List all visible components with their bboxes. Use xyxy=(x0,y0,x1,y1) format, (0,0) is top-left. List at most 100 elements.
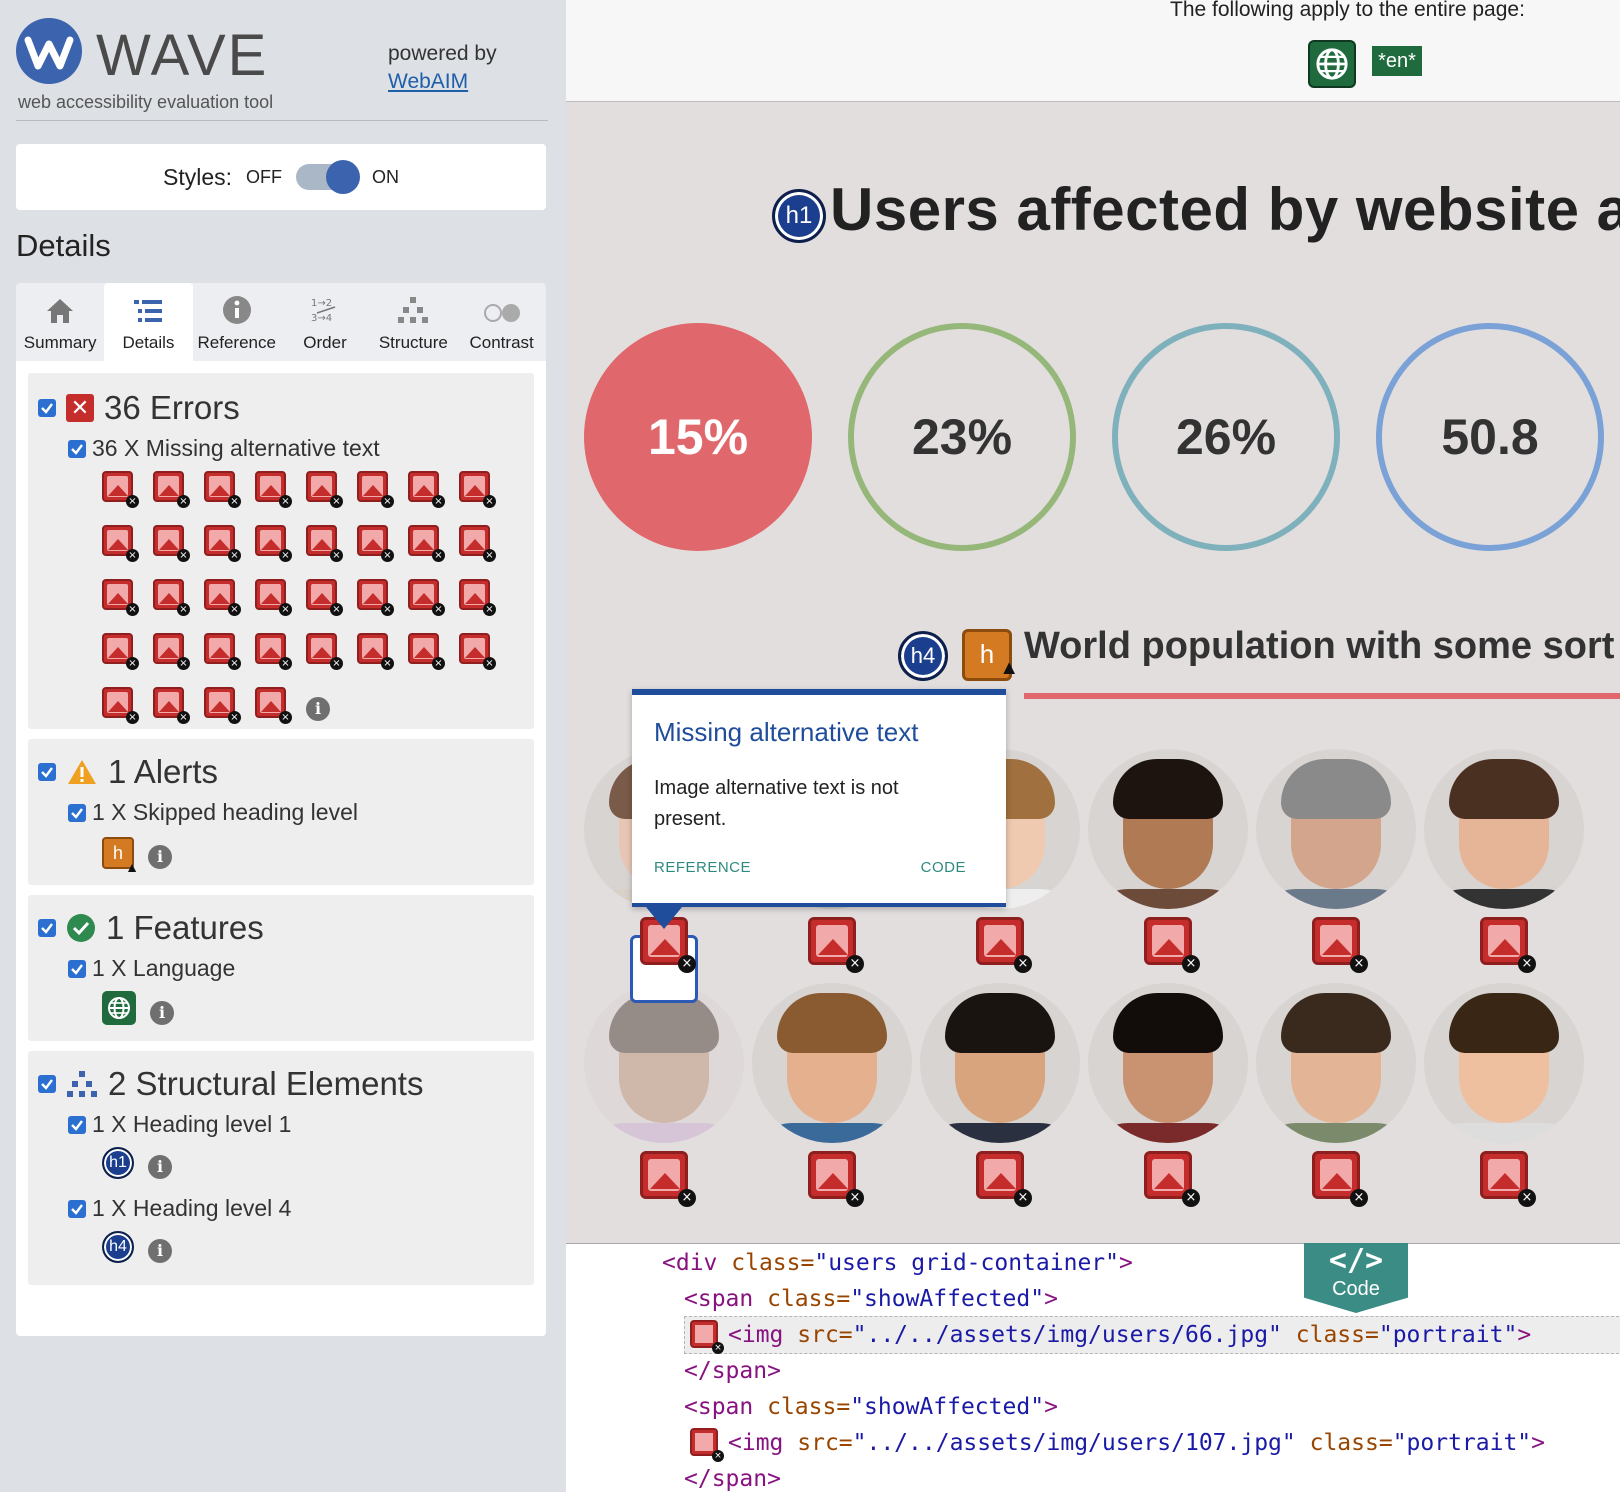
language-item: 1 X Language xyxy=(68,955,235,982)
tab-summary[interactable]: Summary xyxy=(16,283,104,361)
skipped-heading-icon[interactable]: h ▲ xyxy=(102,837,139,874)
info-icon[interactable]: i xyxy=(148,1239,172,1263)
missing-alt-icon[interactable]: × xyxy=(1144,917,1200,973)
missing-alt-icon[interactable]: × xyxy=(204,633,241,670)
missing-alt-icon[interactable]: × xyxy=(102,687,139,724)
missing-alt-icon[interactable]: × xyxy=(102,471,139,508)
skipped-heading-label: 1 X Skipped heading level xyxy=(92,799,358,825)
structure-checkbox[interactable] xyxy=(38,1075,56,1093)
errors-checkbox[interactable] xyxy=(38,399,56,417)
missing-alt-icon[interactable]: × xyxy=(976,917,1032,973)
alerts-section: 1 Alerts 1 X Skipped heading level h ▲ i xyxy=(28,739,534,885)
missing-alt-icon[interactable]: × xyxy=(255,471,292,508)
missing-alt-icon[interactable]: × xyxy=(153,471,190,508)
skipped-heading-checkbox[interactable] xyxy=(68,803,86,822)
heading4-checkbox[interactable] xyxy=(68,1199,86,1218)
missing-alt-icon[interactable]: × xyxy=(976,1151,1032,1207)
missing-alt-icon[interactable]: × xyxy=(255,687,292,724)
features-checkbox[interactable] xyxy=(38,919,56,937)
list-icon xyxy=(134,300,163,322)
missing-alt-icon[interactable]: × xyxy=(1480,1151,1536,1207)
missing-alt-icon[interactable]: × xyxy=(306,471,343,508)
code-line: </span> xyxy=(684,1466,781,1492)
missing-alt-icon[interactable]: × xyxy=(459,633,496,670)
tab-reference[interactable]: Reference xyxy=(193,283,281,361)
user-portrait xyxy=(1424,983,1584,1143)
info-icon[interactable]: i xyxy=(148,1155,172,1179)
missing-alt-checkbox[interactable] xyxy=(68,439,86,458)
language-globe-icon[interactable] xyxy=(102,991,136,1025)
tab-label: Reference xyxy=(197,333,276,352)
missing-alt-icon[interactable]: × xyxy=(459,471,496,508)
h4-badge-icon[interactable]: h4 xyxy=(102,1231,134,1263)
missing-alt-icon[interactable]: × xyxy=(808,917,864,973)
missing-alt-icon[interactable]: × xyxy=(102,525,139,562)
code-line: <img src="../../assets/img/users/66.jpg"… xyxy=(728,1322,1532,1348)
info-icon[interactable]: i xyxy=(148,845,172,869)
missing-alt-icon[interactable]: × xyxy=(408,525,445,562)
code-missing-alt-icon[interactable]: × xyxy=(690,1320,724,1354)
missing-alt-icon[interactable]: × xyxy=(357,471,394,508)
missing-alt-icon[interactable]: × xyxy=(153,525,190,562)
wave-logo-icon xyxy=(16,18,82,84)
missing-alt-icon[interactable]: × xyxy=(1312,917,1368,973)
h1-badge-icon[interactable]: h1 xyxy=(772,189,826,243)
missing-alt-icon[interactable]: × xyxy=(102,579,139,616)
missing-alt-icon[interactable]: × xyxy=(204,525,241,562)
code-missing-alt-icon[interactable]: × xyxy=(690,1428,724,1462)
user-portrait xyxy=(1424,749,1584,909)
home-icon xyxy=(47,299,74,323)
heading1-icons: h1 i xyxy=(102,1147,172,1179)
tab-contrast[interactable]: Contrast xyxy=(457,283,545,361)
details-heading: Details xyxy=(16,228,111,263)
tab-structure[interactable]: Structure xyxy=(369,283,457,361)
missing-alt-icon[interactable]: × xyxy=(153,687,190,724)
tab-details[interactable]: Details xyxy=(104,283,193,361)
styles-toggle-switch[interactable] xyxy=(296,160,361,194)
skipped-heading-icon[interactable]: h ▲ xyxy=(962,629,1019,681)
missing-alt-icon[interactable]: × xyxy=(102,633,139,670)
language-en-badge[interactable]: *en* xyxy=(1372,46,1422,76)
info-icon[interactable]: i xyxy=(306,697,330,721)
missing-alt-icon[interactable]: × xyxy=(408,579,445,616)
divider xyxy=(16,120,548,121)
missing-alt-icon[interactable]: × xyxy=(153,633,190,670)
webaim-link[interactable]: WebAIM xyxy=(388,68,497,96)
missing-alt-icon[interactable]: × xyxy=(357,525,394,562)
tooltip-reference-link[interactable]: REFERENCE xyxy=(654,859,751,876)
missing-alt-icon[interactable]: × xyxy=(1312,1151,1368,1207)
tooltip-code-link[interactable]: CODE xyxy=(921,859,966,876)
missing-alt-icon[interactable]: × xyxy=(306,525,343,562)
alerts-checkbox[interactable] xyxy=(38,763,56,781)
h1-badge-icon[interactable]: h1 xyxy=(102,1147,134,1179)
missing-alt-icon[interactable]: × xyxy=(306,633,343,670)
missing-alt-icon[interactable]: × xyxy=(357,633,394,670)
missing-alt-icon[interactable]: × xyxy=(357,579,394,616)
errors-section: ✕ 36 Errors 36 X Missing alternative tex… xyxy=(28,373,534,729)
missing-alt-icon[interactable]: × xyxy=(306,579,343,616)
styles-off-label: OFF xyxy=(246,166,283,187)
features-count: 1 Features xyxy=(106,909,264,946)
missing-alt-icon[interactable]: × xyxy=(1480,917,1536,973)
missing-alt-icon[interactable]: × xyxy=(1144,1151,1200,1207)
missing-alt-icon[interactable]: × xyxy=(459,579,496,616)
language-checkbox[interactable] xyxy=(68,959,86,978)
missing-alt-icon[interactable]: × xyxy=(255,579,292,616)
missing-alt-icon[interactable]: × xyxy=(204,471,241,508)
missing-alt-icon[interactable]: × xyxy=(204,687,241,724)
info-icon[interactable]: i xyxy=(150,1001,174,1025)
missing-alt-icon[interactable]: × xyxy=(204,579,241,616)
missing-alt-icon[interactable]: × xyxy=(408,471,445,508)
missing-alt-icon[interactable]: × xyxy=(153,579,190,616)
missing-alt-icon[interactable]: × xyxy=(459,525,496,562)
heading1-checkbox[interactable] xyxy=(68,1115,86,1134)
h4-badge-icon[interactable]: h4 xyxy=(898,631,948,681)
errors-count: 36 Errors xyxy=(104,389,240,426)
missing-alt-icon[interactable]: × xyxy=(255,633,292,670)
missing-alt-icon[interactable]: × xyxy=(808,1151,864,1207)
language-globe-icon[interactable] xyxy=(1308,40,1356,88)
missing-alt-icon[interactable]: × xyxy=(408,633,445,670)
tab-order[interactable]: 1→2 3→4 Order xyxy=(281,283,369,361)
missing-alt-icon[interactable]: × xyxy=(255,525,292,562)
missing-alt-icon[interactable]: × xyxy=(640,1151,696,1207)
